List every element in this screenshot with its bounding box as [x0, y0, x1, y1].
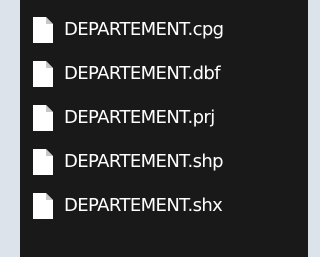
file-icon: [33, 105, 53, 131]
file-name: DEPARTEMENT.shx: [64, 195, 223, 216]
file-icon: [33, 17, 53, 43]
file-list: DEPARTEMENT.cpg DEPARTEMENT.dbf DEPARTEM…: [20, 11, 308, 231]
file-item-prj[interactable]: DEPARTEMENT.prj: [20, 99, 308, 143]
file-list-panel: DEPARTEMENT.cpg DEPARTEMENT.dbf DEPARTEM…: [20, 0, 308, 257]
file-item-shp[interactable]: DEPARTEMENT.shp: [20, 143, 308, 187]
file-icon: [33, 61, 53, 87]
file-name: DEPARTEMENT.shp: [64, 151, 224, 172]
file-icon: [33, 149, 53, 175]
file-item-shx[interactable]: DEPARTEMENT.shx: [20, 187, 308, 231]
file-item-cpg[interactable]: DEPARTEMENT.cpg: [20, 11, 308, 55]
file-name: DEPARTEMENT.prj: [64, 107, 215, 128]
file-icon: [33, 193, 53, 219]
file-name: DEPARTEMENT.dbf: [64, 63, 221, 84]
file-item-dbf[interactable]: DEPARTEMENT.dbf: [20, 55, 308, 99]
file-name: DEPARTEMENT.cpg: [64, 19, 224, 40]
